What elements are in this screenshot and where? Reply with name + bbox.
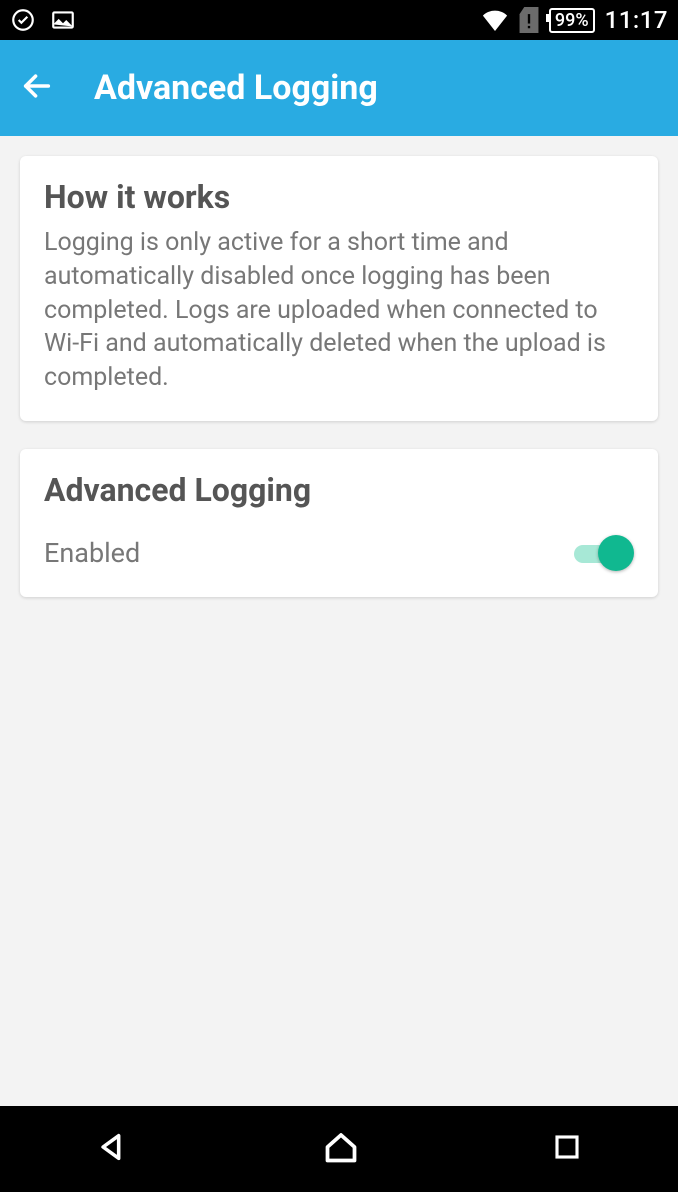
how-it-works-card: How it works Logging is only active for … — [20, 156, 658, 421]
nav-home-button[interactable] — [323, 1129, 359, 1169]
enabled-label: Enabled — [44, 537, 140, 569]
how-it-works-title: How it works — [44, 178, 634, 216]
back-button[interactable] — [20, 69, 54, 107]
device-frame: 99% 11:17 Advanced Logging How it works … — [0, 0, 678, 1192]
clock: 11:17 — [605, 6, 668, 34]
navigation-bar — [0, 1106, 678, 1192]
app-bar: Advanced Logging — [0, 40, 678, 136]
page-title: Advanced Logging — [94, 68, 378, 108]
advanced-logging-title: Advanced Logging — [44, 471, 634, 509]
gear-check-icon — [10, 7, 36, 33]
enabled-toggle-row: Enabled — [44, 535, 634, 571]
status-bar: 99% 11:17 — [0, 0, 678, 40]
switch-thumb — [598, 535, 634, 571]
square-icon — [552, 1132, 582, 1162]
triangle-back-icon — [96, 1130, 130, 1164]
sd-warning-icon — [519, 7, 539, 33]
image-icon — [50, 7, 76, 33]
how-it-works-body: Logging is only active for a short time … — [44, 226, 634, 395]
enabled-switch[interactable] — [574, 535, 634, 571]
home-icon — [323, 1129, 359, 1165]
advanced-logging-card: Advanced Logging Enabled — [20, 449, 658, 597]
content-area: How it works Logging is only active for … — [0, 136, 678, 1106]
nav-recent-button[interactable] — [552, 1132, 582, 1166]
nav-back-button[interactable] — [96, 1130, 130, 1168]
arrow-left-icon — [20, 69, 54, 103]
wifi-icon — [481, 9, 509, 31]
battery-indicator: 99% — [549, 8, 595, 33]
status-right: 99% 11:17 — [481, 6, 668, 34]
status-left — [10, 7, 76, 33]
